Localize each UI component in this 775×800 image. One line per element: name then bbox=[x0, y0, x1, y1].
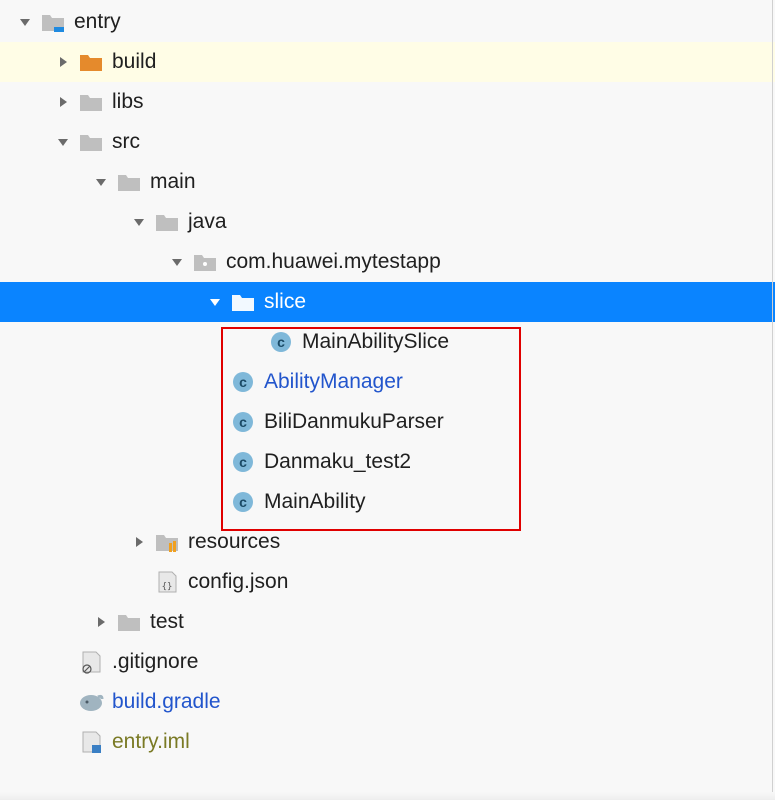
tree-item-entry-iml[interactable]: entry.iml bbox=[0, 722, 775, 762]
chevron-down-icon[interactable] bbox=[92, 173, 110, 191]
tree-item-build-gradle[interactable]: build.gradle bbox=[0, 682, 775, 722]
class-icon bbox=[230, 489, 256, 515]
tree-item-build[interactable]: build bbox=[0, 42, 775, 82]
chevron-right-icon[interactable] bbox=[54, 93, 72, 111]
tree-item-label: AbilityManager bbox=[264, 370, 403, 394]
json-file-icon bbox=[154, 569, 180, 595]
chevron-down-icon[interactable] bbox=[206, 293, 224, 311]
folder-icon bbox=[116, 169, 142, 195]
tree-item-label: resources bbox=[188, 530, 280, 554]
folder-icon bbox=[116, 609, 142, 635]
folder-icon bbox=[78, 129, 104, 155]
tree-item-package[interactable]: com.huawei.mytestapp bbox=[0, 242, 775, 282]
folder-icon bbox=[154, 209, 180, 235]
tree-item-ability-manager[interactable]: AbilityManager bbox=[0, 362, 775, 402]
chevron-down-icon[interactable] bbox=[168, 253, 186, 271]
tree-item-label: java bbox=[188, 210, 227, 234]
folder-icon bbox=[78, 49, 104, 75]
chevron-right-icon[interactable] bbox=[92, 613, 110, 631]
chevron-right-icon[interactable] bbox=[54, 53, 72, 71]
tree-item-entry[interactable]: entry bbox=[0, 2, 775, 42]
tree-item-label: MainAbility bbox=[264, 490, 366, 514]
tree-item-label: Danmaku_test2 bbox=[264, 450, 411, 474]
tree-item-slice[interactable]: slice bbox=[0, 282, 775, 322]
tree-item-label: build bbox=[112, 50, 156, 74]
chevron-right-icon[interactable] bbox=[130, 533, 148, 551]
project-tree: entry build libs src main java bbox=[0, 0, 775, 762]
class-icon bbox=[230, 449, 256, 475]
tree-item-label: src bbox=[112, 130, 140, 154]
package-icon bbox=[192, 249, 218, 275]
gradle-file-icon bbox=[78, 689, 104, 715]
tree-item-java[interactable]: java bbox=[0, 202, 775, 242]
chevron-down-icon[interactable] bbox=[16, 13, 34, 31]
tree-item-label: build.gradle bbox=[112, 690, 221, 714]
folder-icon bbox=[230, 289, 256, 315]
tree-item-label: MainAbilitySlice bbox=[302, 330, 449, 354]
class-icon bbox=[230, 409, 256, 435]
tree-item-label: main bbox=[150, 170, 196, 194]
tree-item-main-ability[interactable]: MainAbility bbox=[0, 482, 775, 522]
class-icon bbox=[268, 329, 294, 355]
tree-item-label: BiliDanmukuParser bbox=[264, 410, 444, 434]
tree-item-label: libs bbox=[112, 90, 144, 114]
tree-item-label: entry bbox=[74, 10, 121, 34]
bottom-fade bbox=[0, 792, 775, 800]
tree-item-label: test bbox=[150, 610, 184, 634]
tree-item-label: .gitignore bbox=[112, 650, 198, 674]
folder-icon bbox=[40, 9, 66, 35]
tree-item-main-ability-slice[interactable]: MainAbilitySlice bbox=[0, 322, 775, 362]
tree-item-libs[interactable]: libs bbox=[0, 82, 775, 122]
folder-resources-icon bbox=[154, 529, 180, 555]
chevron-down-icon[interactable] bbox=[130, 213, 148, 231]
tree-item-config-json[interactable]: config.json bbox=[0, 562, 775, 602]
tree-item-resources[interactable]: resources bbox=[0, 522, 775, 562]
tree-item-label: config.json bbox=[188, 570, 288, 594]
gitignore-file-icon bbox=[78, 649, 104, 675]
tree-item-label: entry.iml bbox=[112, 730, 190, 754]
class-icon bbox=[230, 369, 256, 395]
iml-file-icon bbox=[78, 729, 104, 755]
tree-item-label: slice bbox=[264, 290, 306, 314]
tree-item-label: com.huawei.mytestapp bbox=[226, 250, 441, 274]
tree-item-test[interactable]: test bbox=[0, 602, 775, 642]
tree-item-main[interactable]: main bbox=[0, 162, 775, 202]
chevron-down-icon[interactable] bbox=[54, 133, 72, 151]
tree-item-src[interactable]: src bbox=[0, 122, 775, 162]
vertical-divider bbox=[772, 0, 773, 800]
tree-item-bili-danmuku-parser[interactable]: BiliDanmukuParser bbox=[0, 402, 775, 442]
tree-item-gitignore[interactable]: .gitignore bbox=[0, 642, 775, 682]
tree-item-danmaku-test2[interactable]: Danmaku_test2 bbox=[0, 442, 775, 482]
folder-icon bbox=[78, 89, 104, 115]
